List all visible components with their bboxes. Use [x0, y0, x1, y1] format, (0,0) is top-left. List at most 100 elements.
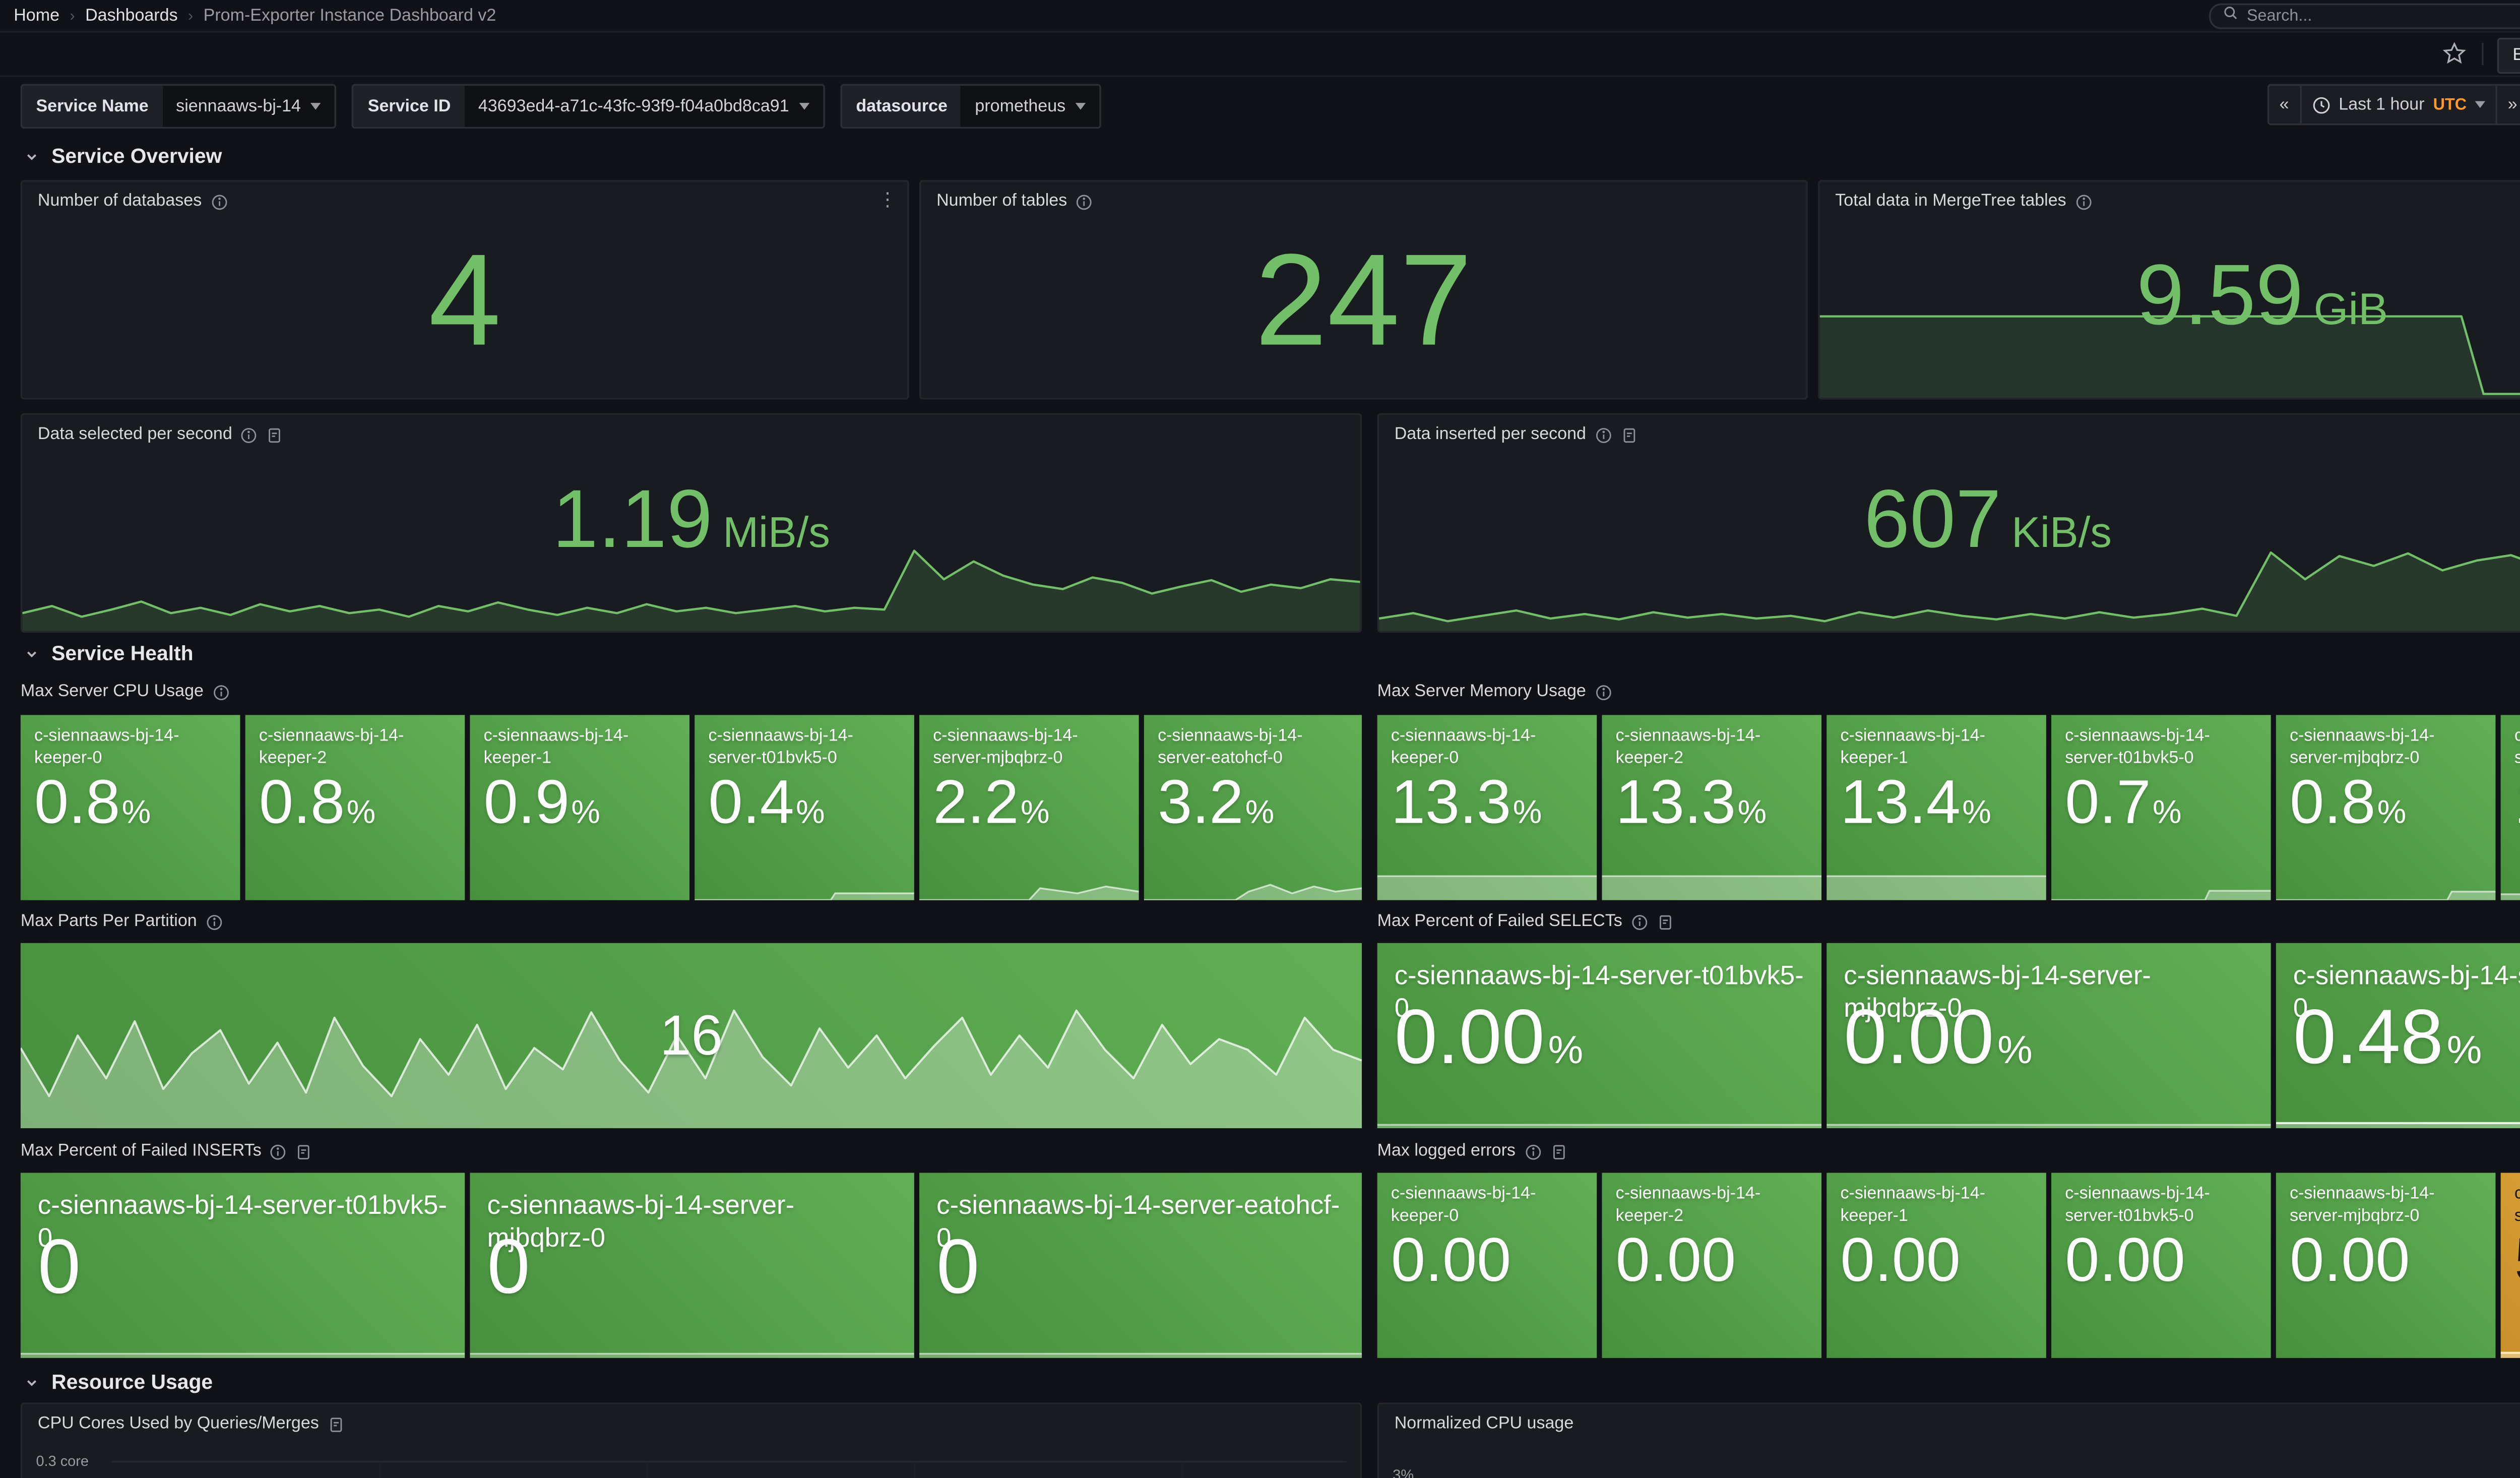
stat-tile-value: 0.8	[259, 772, 345, 833]
panel-title: Data selected per second	[38, 425, 232, 444]
info-icon[interactable]	[1524, 1143, 1541, 1160]
stat-tile-cpu-keeper-1[interactable]: c-siennaaws-bj-14-keeper-1 0.9%	[470, 715, 689, 900]
info-icon[interactable]	[270, 1143, 287, 1160]
stat-tile-value: 0	[38, 1227, 81, 1305]
panel-cpu-cores-queries-merges[interactable]: CPU Cores Used by Queries/Merges 0.3 cor…	[21, 1402, 1362, 1478]
time-shift-back-button[interactable]: «	[2267, 84, 2301, 126]
stat-tile-selects-t01bvk5[interactable]: c-siennaaws-bj-14-server-t01bvk5-0 0.00%	[1377, 943, 1821, 1128]
info-icon[interactable]	[1595, 683, 1612, 700]
gridline	[914, 1462, 916, 1478]
stat-tile-cpu-server-t01bvk5[interactable]: c-siennaaws-bj-14-server-t01bvk5-0 0.4%	[695, 715, 914, 900]
stat-tile-errors-server-eatohcf[interactable]: c-siennaaws-bj-14-server-eatohcf-0 5.00	[2501, 1173, 2520, 1358]
section-resource-usage[interactable]: Resource Usage	[24, 1370, 213, 1394]
info-icon[interactable]	[241, 426, 258, 443]
section-title: Service Health	[51, 641, 193, 665]
stat-tile-value: 0.8	[34, 772, 120, 833]
stat-tile-label: c-siennaaws-bj-14-keeper-2	[1602, 1173, 1821, 1228]
panel-data-selected-per-second[interactable]: Data selected per second 1.19 MiB/s	[21, 413, 1362, 633]
section-service-health[interactable]: Service Health	[24, 641, 194, 665]
stat-tile-mem-server-t01bvk5[interactable]: c-siennaaws-bj-14-server-t01bvk5-0 0.7%	[2051, 715, 2271, 900]
stat-tile-errors-server-mjbqbrz[interactable]: c-siennaaws-bj-14-server-mjbqbrz-0 0.00	[2276, 1173, 2496, 1358]
stat-tile-inserts-t01bvk5[interactable]: c-siennaaws-bj-14-server-t01bvk5-0 0	[21, 1173, 465, 1358]
stat-tile-value: 0.00	[2065, 1229, 2185, 1291]
stat-tile-mem-keeper-2[interactable]: c-siennaaws-bj-14-keeper-2 13.3%	[1602, 715, 1821, 900]
info-icon[interactable]	[1595, 426, 1612, 443]
panel-number-of-databases[interactable]: Number of databases ⋮ 4	[21, 180, 909, 399]
template-variables-row: Service Name siennaaws-bj-14 Service ID …	[21, 84, 1102, 129]
star-icon	[2442, 41, 2467, 66]
panel-total-mergetree-data[interactable]: Total data in MergeTree tables 9.59 GiB	[1818, 180, 2520, 399]
kebab-menu-icon[interactable]: ⋮	[878, 189, 897, 211]
stat-tile-inserts-eatohcf[interactable]: c-siennaaws-bj-14-server-eatohcf-0 0	[919, 1173, 1362, 1358]
stat-tile-selects-mjbqbrz[interactable]: c-siennaaws-bj-14-server-mjbqbrz-0 0.00%	[1826, 943, 2271, 1128]
panel-links-icon[interactable]	[267, 426, 284, 443]
stat-tile-label: c-siennaaws-bj-14-server-eatohcf-0	[919, 1173, 1362, 1257]
stat-tile-mem-keeper-0[interactable]: c-siennaaws-bj-14-keeper-0 13.3%	[1377, 715, 1597, 900]
panel-normalized-cpu-usage[interactable]: Normalized CPU usage 3%	[1377, 1402, 2520, 1478]
panel-links-icon[interactable]	[296, 1143, 313, 1160]
variable-datasource[interactable]: datasource prometheus	[841, 84, 1102, 129]
stat-tile-label: c-siennaaws-bj-14-keeper-0	[1377, 715, 1597, 770]
double-chevron-left-icon: «	[2280, 95, 2289, 114]
search-input[interactable]: Search... ⌘+k	[2209, 3, 2520, 28]
stat-tile-max-parts[interactable]: 16	[21, 943, 1362, 1128]
top-nav-bar: Home › Dashboards › Prom-Exporter Instan…	[0, 0, 2520, 33]
stat-tile-label: c-siennaaws-bj-14-server-mjbqbrz-0	[919, 715, 1139, 770]
gridline	[647, 1462, 648, 1478]
stat-tile-label: c-siennaaws-bj-14-server-mjbqbrz-0	[2276, 1173, 2496, 1228]
info-icon[interactable]	[210, 193, 227, 210]
stat-tile-errors-server-t01bvk5[interactable]: c-siennaaws-bj-14-server-t01bvk5-0 0.00	[2051, 1173, 2271, 1358]
stat-tile-mem-keeper-1[interactable]: c-siennaaws-bj-14-keeper-1 13.4%	[1826, 715, 2046, 900]
panel-links-icon[interactable]	[328, 1415, 345, 1433]
y-axis-label: 0.3 core	[36, 1452, 89, 1469]
stat-tile-cpu-server-mjbqbrz[interactable]: c-siennaaws-bj-14-server-mjbqbrz-0 2.2%	[919, 715, 1139, 900]
panel-data-inserted-per-second[interactable]: Data inserted per second 607 KiB/s	[1377, 413, 2520, 633]
info-icon[interactable]	[2075, 193, 2092, 210]
stat-tile-inserts-mjbqbrz[interactable]: c-siennaaws-bj-14-server-mjbqbrz-0 0	[470, 1173, 914, 1358]
stat-value: 1.19	[552, 480, 713, 562]
panel-title: Number of tables	[936, 192, 1067, 211]
info-icon[interactable]	[1631, 913, 1648, 930]
section-title: Resource Usage	[51, 1370, 213, 1394]
stat-tile-label: c-siennaaws-bj-14-server-mjbqbrz-0	[470, 1173, 914, 1257]
stat-tile-selects-eatohcf[interactable]: c-siennaaws-bj-14-server-eatohcf-0 0.48%	[2276, 943, 2520, 1128]
breadcrumb-separator: ›	[188, 7, 193, 24]
stat-tile-value: 0	[487, 1227, 530, 1305]
breadcrumb-dashboards[interactable]: Dashboards	[85, 6, 177, 25]
stat-tile-value: 0.00	[2290, 1229, 2410, 1291]
stat-tile-errors-keeper-1[interactable]: c-siennaaws-bj-14-keeper-1 0.00	[1826, 1173, 2046, 1358]
stat-tile-errors-keeper-0[interactable]: c-siennaaws-bj-14-keeper-0 0.00	[1377, 1173, 1597, 1358]
stat-tile-cpu-keeper-0[interactable]: c-siennaaws-bj-14-keeper-0 0.8%	[21, 715, 240, 900]
info-icon[interactable]	[1076, 193, 1093, 210]
section-service-overview[interactable]: Service Overview	[24, 144, 222, 168]
star-button[interactable]	[2442, 41, 2467, 74]
stat-tile-mem-server-eatohcf[interactable]: c-siennaaws-bj-14-server-eatohcf-0 1.4%	[2501, 715, 2520, 900]
info-icon[interactable]	[212, 683, 229, 700]
chevron-down-icon	[24, 646, 40, 661]
variable-service-id[interactable]: Service ID 43693ed4-a71c-43fc-93f9-f04a0…	[352, 84, 825, 129]
stat-tile-value: 13.4	[1840, 772, 1960, 833]
panel-links-icon[interactable]	[1620, 426, 1637, 443]
stat-tile-errors-keeper-2[interactable]: c-siennaaws-bj-14-keeper-2 0.00	[1602, 1173, 1821, 1358]
panel-links-icon[interactable]	[1550, 1143, 1567, 1160]
panel-number-of-tables[interactable]: Number of tables 247	[919, 180, 1808, 399]
time-range-picker[interactable]: Last 1 hour UTC	[2301, 84, 2497, 126]
time-shift-forward-button[interactable]: »	[2497, 84, 2520, 126]
variable-label: datasource	[842, 86, 961, 127]
breadcrumb-home[interactable]: Home	[14, 6, 59, 25]
panel-links-icon[interactable]	[1657, 913, 1674, 930]
time-range-label: Last 1 hour	[2339, 95, 2424, 114]
variable-service-name[interactable]: Service Name siennaaws-bj-14	[21, 84, 337, 129]
chevron-down-icon	[1076, 103, 1086, 110]
stat-tile-cpu-keeper-2[interactable]: c-siennaaws-bj-14-keeper-2 0.8%	[245, 715, 465, 900]
stat-tile-label: c-siennaaws-bj-14-keeper-2	[245, 715, 465, 770]
search-placeholder: Search...	[2247, 6, 2312, 25]
info-icon[interactable]	[206, 913, 223, 930]
edit-button-label: Edit	[2512, 46, 2520, 65]
stat-tile-cpu-server-eatohcf[interactable]: c-siennaaws-bj-14-server-eatohcf-0 3.2%	[1144, 715, 1362, 900]
panel-max-logged-errors-header: Max logged errors	[1377, 1142, 1567, 1160]
stat-tile-mem-server-mjbqbrz[interactable]: c-siennaaws-bj-14-server-mjbqbrz-0 0.8%	[2276, 715, 2496, 900]
panel-header: Normalized CPU usage	[1379, 1404, 2520, 1434]
stat-tile-value: 0.4	[708, 772, 794, 833]
edit-button[interactable]: Edit	[2497, 38, 2520, 74]
